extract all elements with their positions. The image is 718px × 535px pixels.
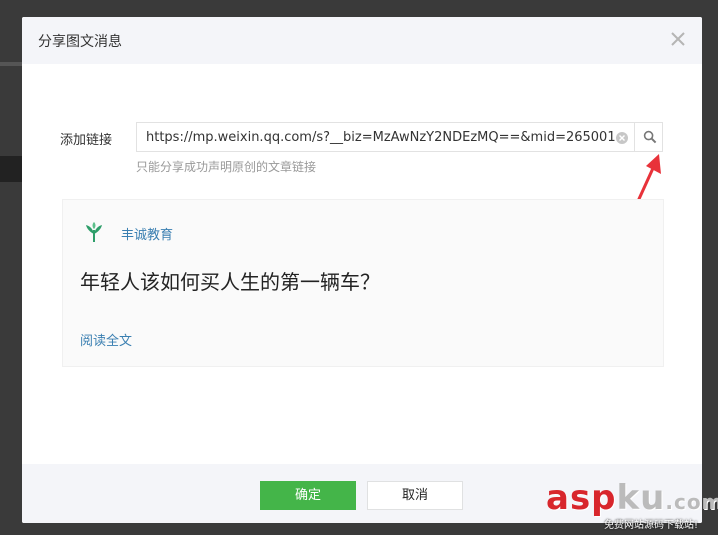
confirm-button[interactable]: 确定: [260, 481, 356, 510]
search-icon: [643, 130, 657, 144]
account-name[interactable]: 丰诚教育: [121, 224, 173, 243]
watermark-logo: aspku.com: [546, 478, 718, 518]
article-preview-card: 丰诚教育 年轻人该如何买人生的第一辆车？ 阅读全文: [62, 199, 664, 367]
share-dialog: 分享图文消息 添加链接 https://mp.weixin.qq.com/s?_…: [22, 17, 702, 523]
close-button[interactable]: [668, 29, 688, 49]
background-strip: [0, 62, 22, 66]
link-input[interactable]: https://mp.weixin.qq.com/s?__biz=MzAwNzY…: [136, 122, 663, 152]
dialog-header: 分享图文消息: [22, 17, 702, 64]
clear-icon[interactable]: [615, 130, 629, 144]
dialog-title: 分享图文消息: [38, 34, 122, 50]
watermark-subtitle: 免费网站源码下载站!: [604, 520, 699, 531]
read-more-link[interactable]: 阅读全文: [80, 330, 132, 349]
link-input-value[interactable]: https://mp.weixin.qq.com/s?__biz=MzAwNzY…: [146, 130, 616, 145]
link-label: 添加链接: [60, 133, 113, 148]
article-title: 年轻人该如何买人生的第一辆车？: [80, 270, 380, 294]
account-logo-icon: [86, 222, 102, 242]
background-strip: [0, 156, 22, 182]
cancel-button[interactable]: 取消: [367, 481, 463, 510]
site-watermark: aspku.com 免费网站源码下载站!: [546, 478, 718, 535]
close-icon: [671, 32, 685, 46]
search-button[interactable]: [634, 122, 664, 152]
link-hint: 只能分享成功声明原创的文章链接: [136, 160, 317, 174]
